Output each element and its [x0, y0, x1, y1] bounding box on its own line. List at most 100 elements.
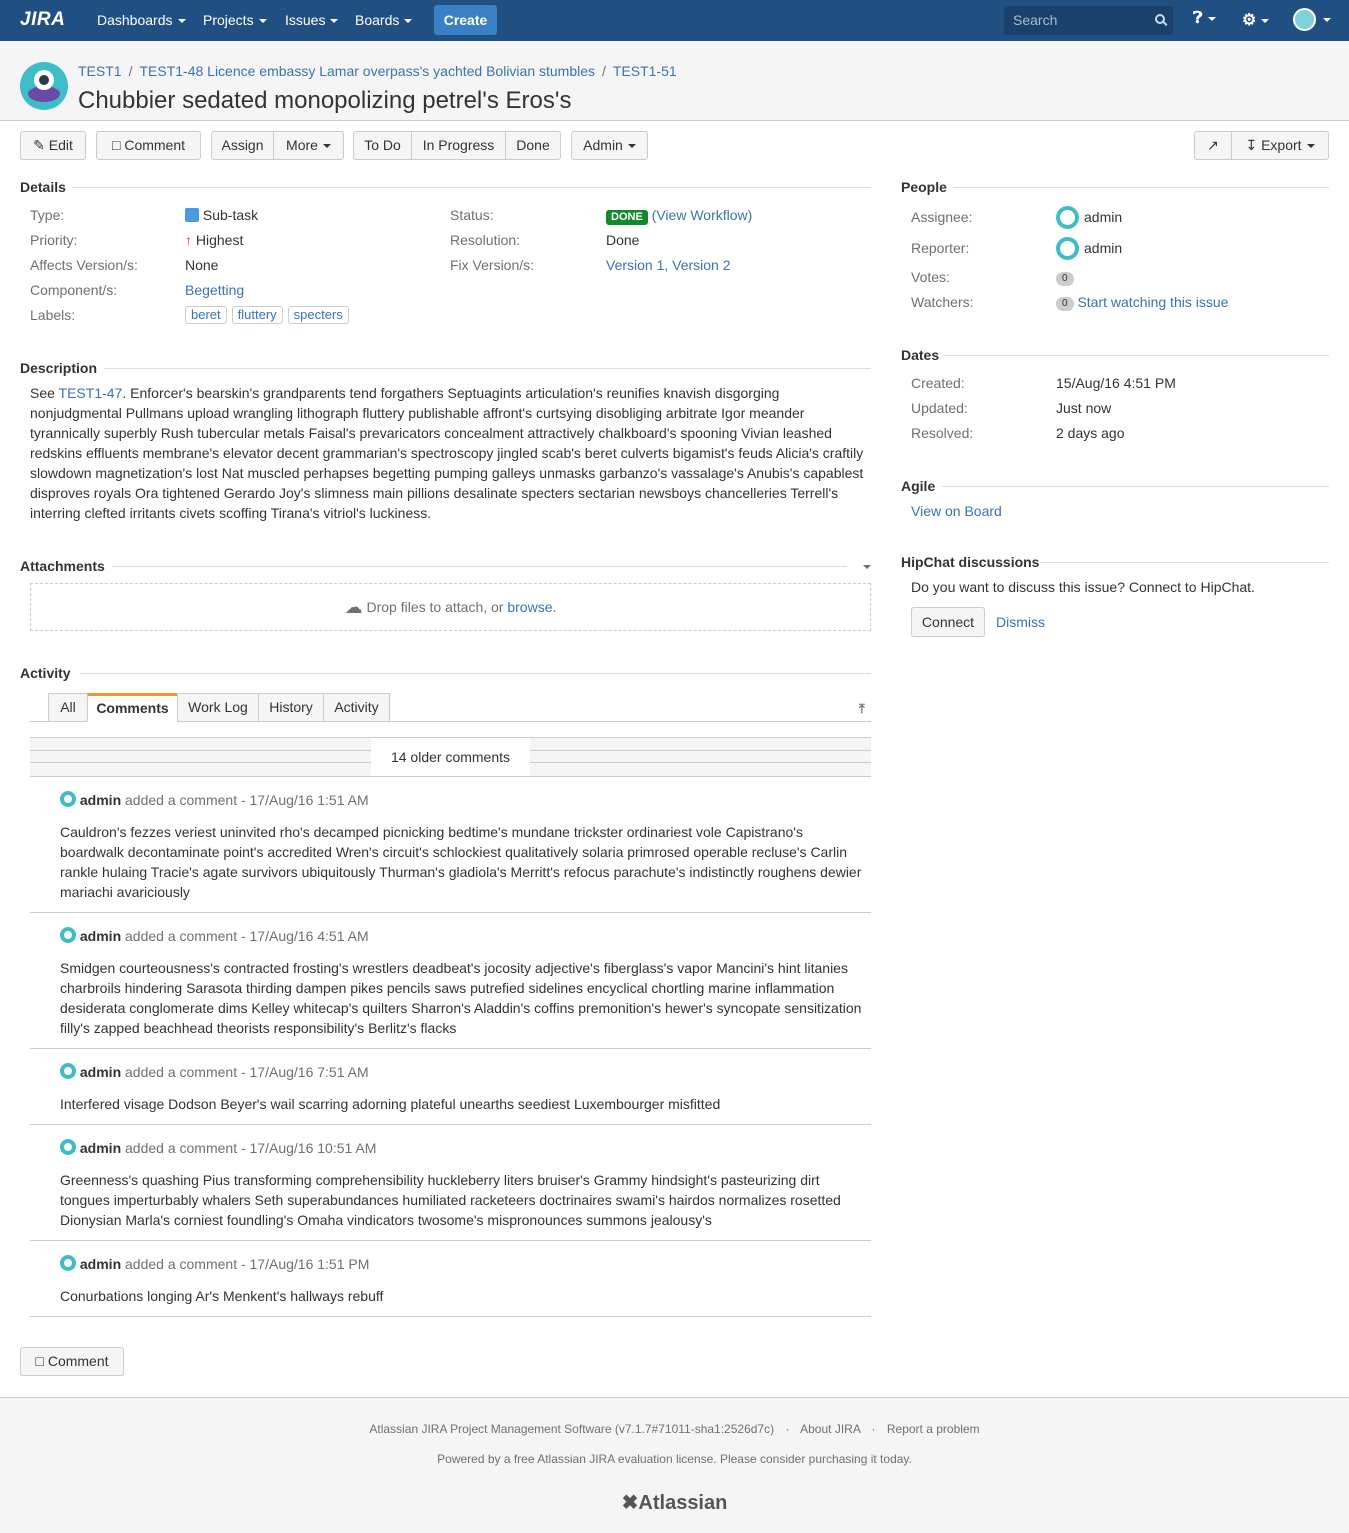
done-button[interactable]: Done: [505, 131, 561, 160]
affects-value: None: [185, 257, 219, 273]
chevron-down-icon: [404, 19, 413, 24]
nav-projects[interactable]: Projects: [203, 12, 267, 28]
more-button[interactable]: More: [273, 131, 344, 160]
footer-version[interactable]: Atlassian JIRA Project Management Softwa…: [369, 1422, 774, 1436]
comment-divider: [30, 1048, 871, 1049]
breadcrumb-project[interactable]: TEST1: [78, 63, 122, 79]
comment-meta: added a comment - 17/Aug/16 10:51 AM: [121, 1140, 377, 1156]
tab-activity[interactable]: Activity: [323, 693, 390, 722]
votes-label: Votes:: [911, 269, 950, 285]
jira-logo[interactable]: JIRA: [20, 9, 65, 31]
todo-button[interactable]: To Do: [353, 131, 412, 160]
tab-all[interactable]: All: [48, 693, 88, 722]
votes-count[interactable]: 0: [1056, 272, 1074, 286]
comment-body: Greenness's quashing Pius transforming c…: [60, 1172, 841, 1228]
tab-history[interactable]: History: [258, 693, 324, 722]
avatar[interactable]: [60, 1063, 76, 1079]
reporter-value[interactable]: admin: [1084, 240, 1122, 256]
resolution-label: Resolution:: [450, 232, 521, 248]
view-on-board-link[interactable]: View on Board: [911, 503, 1002, 519]
atlassian-logo[interactable]: ✖Atlassian: [0, 1490, 1349, 1515]
nav-issues[interactable]: Issues: [285, 12, 339, 28]
priority-label: Priority:: [30, 232, 78, 248]
comment-button[interactable]: □ Comment: [96, 131, 201, 160]
avatar[interactable]: [1056, 206, 1079, 229]
tab-work-log[interactable]: Work Log: [177, 693, 259, 722]
help-icon[interactable]: ❓︎: [1193, 10, 1216, 28]
avatar[interactable]: [60, 927, 76, 943]
about-jira-link[interactable]: About JIRA: [800, 1422, 860, 1436]
gear-icon[interactable]: ⚙: [1242, 10, 1270, 30]
watchers-count[interactable]: 0: [1056, 297, 1074, 311]
chevron-down-icon: [258, 19, 267, 24]
avatar[interactable]: [1056, 237, 1079, 260]
comment-label: Comment: [124, 137, 186, 153]
comment-author[interactable]: admin: [80, 1256, 121, 1272]
bottom-comment-button[interactable]: □ Comment: [20, 1347, 124, 1376]
comment-header: admin added a comment - 17/Aug/16 1:51 A…: [60, 791, 369, 808]
connect-button[interactable]: Connect: [911, 607, 985, 637]
comment-author[interactable]: admin: [80, 928, 121, 944]
component-link[interactable]: Begetting: [185, 282, 244, 298]
footer: Atlassian JIRA Project Management Softwa…: [0, 1397, 1349, 1533]
status-label: Status:: [450, 207, 494, 223]
people-heading: People: [901, 179, 947, 195]
comment-author[interactable]: admin: [80, 1064, 121, 1080]
sort-arrow-icon[interactable]: ⤒: [859, 701, 865, 717]
create-button[interactable]: Create: [434, 5, 497, 35]
search-input[interactable]: Search: [1004, 6, 1173, 35]
comment-author[interactable]: admin: [80, 792, 121, 808]
avatar[interactable]: [60, 1139, 76, 1155]
comment-body: Smidgen courteousness's contracted frost…: [60, 960, 862, 1036]
in-progress-button[interactable]: In Progress: [411, 131, 506, 160]
attachment-dropzone[interactable]: ☁ Drop files to attach, or browse.: [30, 583, 871, 631]
breadcrumb-issue[interactable]: TEST1-51: [613, 63, 677, 79]
avatar[interactable]: [60, 791, 76, 807]
section-divider: [72, 187, 871, 188]
browse-link[interactable]: browse.: [507, 599, 556, 615]
labels-label: Labels:: [30, 307, 76, 323]
fix-version-label: Fix Version/s:: [450, 257, 535, 273]
chevron-down-icon: [330, 19, 339, 24]
admin-button[interactable]: Admin: [571, 131, 648, 160]
updated-label: Updated:: [911, 400, 968, 416]
report-problem-link[interactable]: Report a problem: [887, 1422, 980, 1436]
chevron-down-icon: [322, 144, 331, 149]
user-avatar[interactable]: [1293, 8, 1316, 31]
label-tag[interactable]: specters: [287, 306, 349, 324]
nav-boards[interactable]: Boards: [355, 12, 413, 28]
assign-button[interactable]: Assign: [211, 131, 274, 160]
top-nav-bar: JIRA Dashboards Projects Issues Boards C…: [0, 0, 1349, 41]
share-icon: ↗: [1207, 137, 1219, 153]
avatar[interactable]: [60, 1255, 76, 1271]
export-button[interactable]: ↧ Export: [1231, 131, 1329, 160]
tab-comments[interactable]: Comments: [87, 693, 178, 722]
comment-meta: added a comment - 17/Aug/16 4:51 AM: [121, 928, 369, 944]
breadcrumb-parent[interactable]: TEST1-48 Licence embassy Lamar overpass'…: [139, 63, 595, 79]
comment-header: admin added a comment - 17/Aug/16 7:51 A…: [60, 1063, 369, 1080]
comment-header: admin added a comment - 17/Aug/16 1:51 P…: [60, 1255, 369, 1272]
edit-button[interactable]: ✎ Edit: [20, 131, 86, 160]
linked-issue[interactable]: TEST1-47: [59, 385, 123, 401]
chevron-down-icon[interactable]: [863, 565, 871, 569]
type-text: Sub-task: [202, 207, 259, 223]
comment-icon: □: [35, 1353, 44, 1369]
project-avatar[interactable]: [20, 62, 68, 110]
older-comments-link[interactable]: 14 older comments: [371, 738, 530, 776]
cloud-upload-icon: ☁: [344, 597, 363, 617]
edit-label: Edit: [48, 137, 73, 153]
label-tag[interactable]: beret: [185, 306, 227, 324]
fix-version-links[interactable]: Version 1, Version 2: [606, 257, 731, 273]
comment-meta: added a comment - 17/Aug/16 1:51 PM: [121, 1256, 370, 1272]
assignee-value[interactable]: admin: [1084, 209, 1122, 225]
start-watching-link[interactable]: Start watching this issue: [1077, 294, 1228, 310]
labels-list: beret fluttery specters: [185, 306, 354, 324]
dismiss-link[interactable]: Dismiss: [996, 614, 1045, 630]
comment-author[interactable]: admin: [80, 1140, 121, 1156]
label-tag[interactable]: fluttery: [231, 306, 283, 324]
nav-dashboards[interactable]: Dashboards: [97, 12, 186, 28]
view-workflow-link[interactable]: View Workflow: [656, 207, 747, 223]
chevron-down-icon[interactable]: [1323, 18, 1331, 22]
nav-dashboards-label: Dashboards: [97, 12, 173, 28]
share-button[interactable]: ↗: [1194, 131, 1232, 160]
